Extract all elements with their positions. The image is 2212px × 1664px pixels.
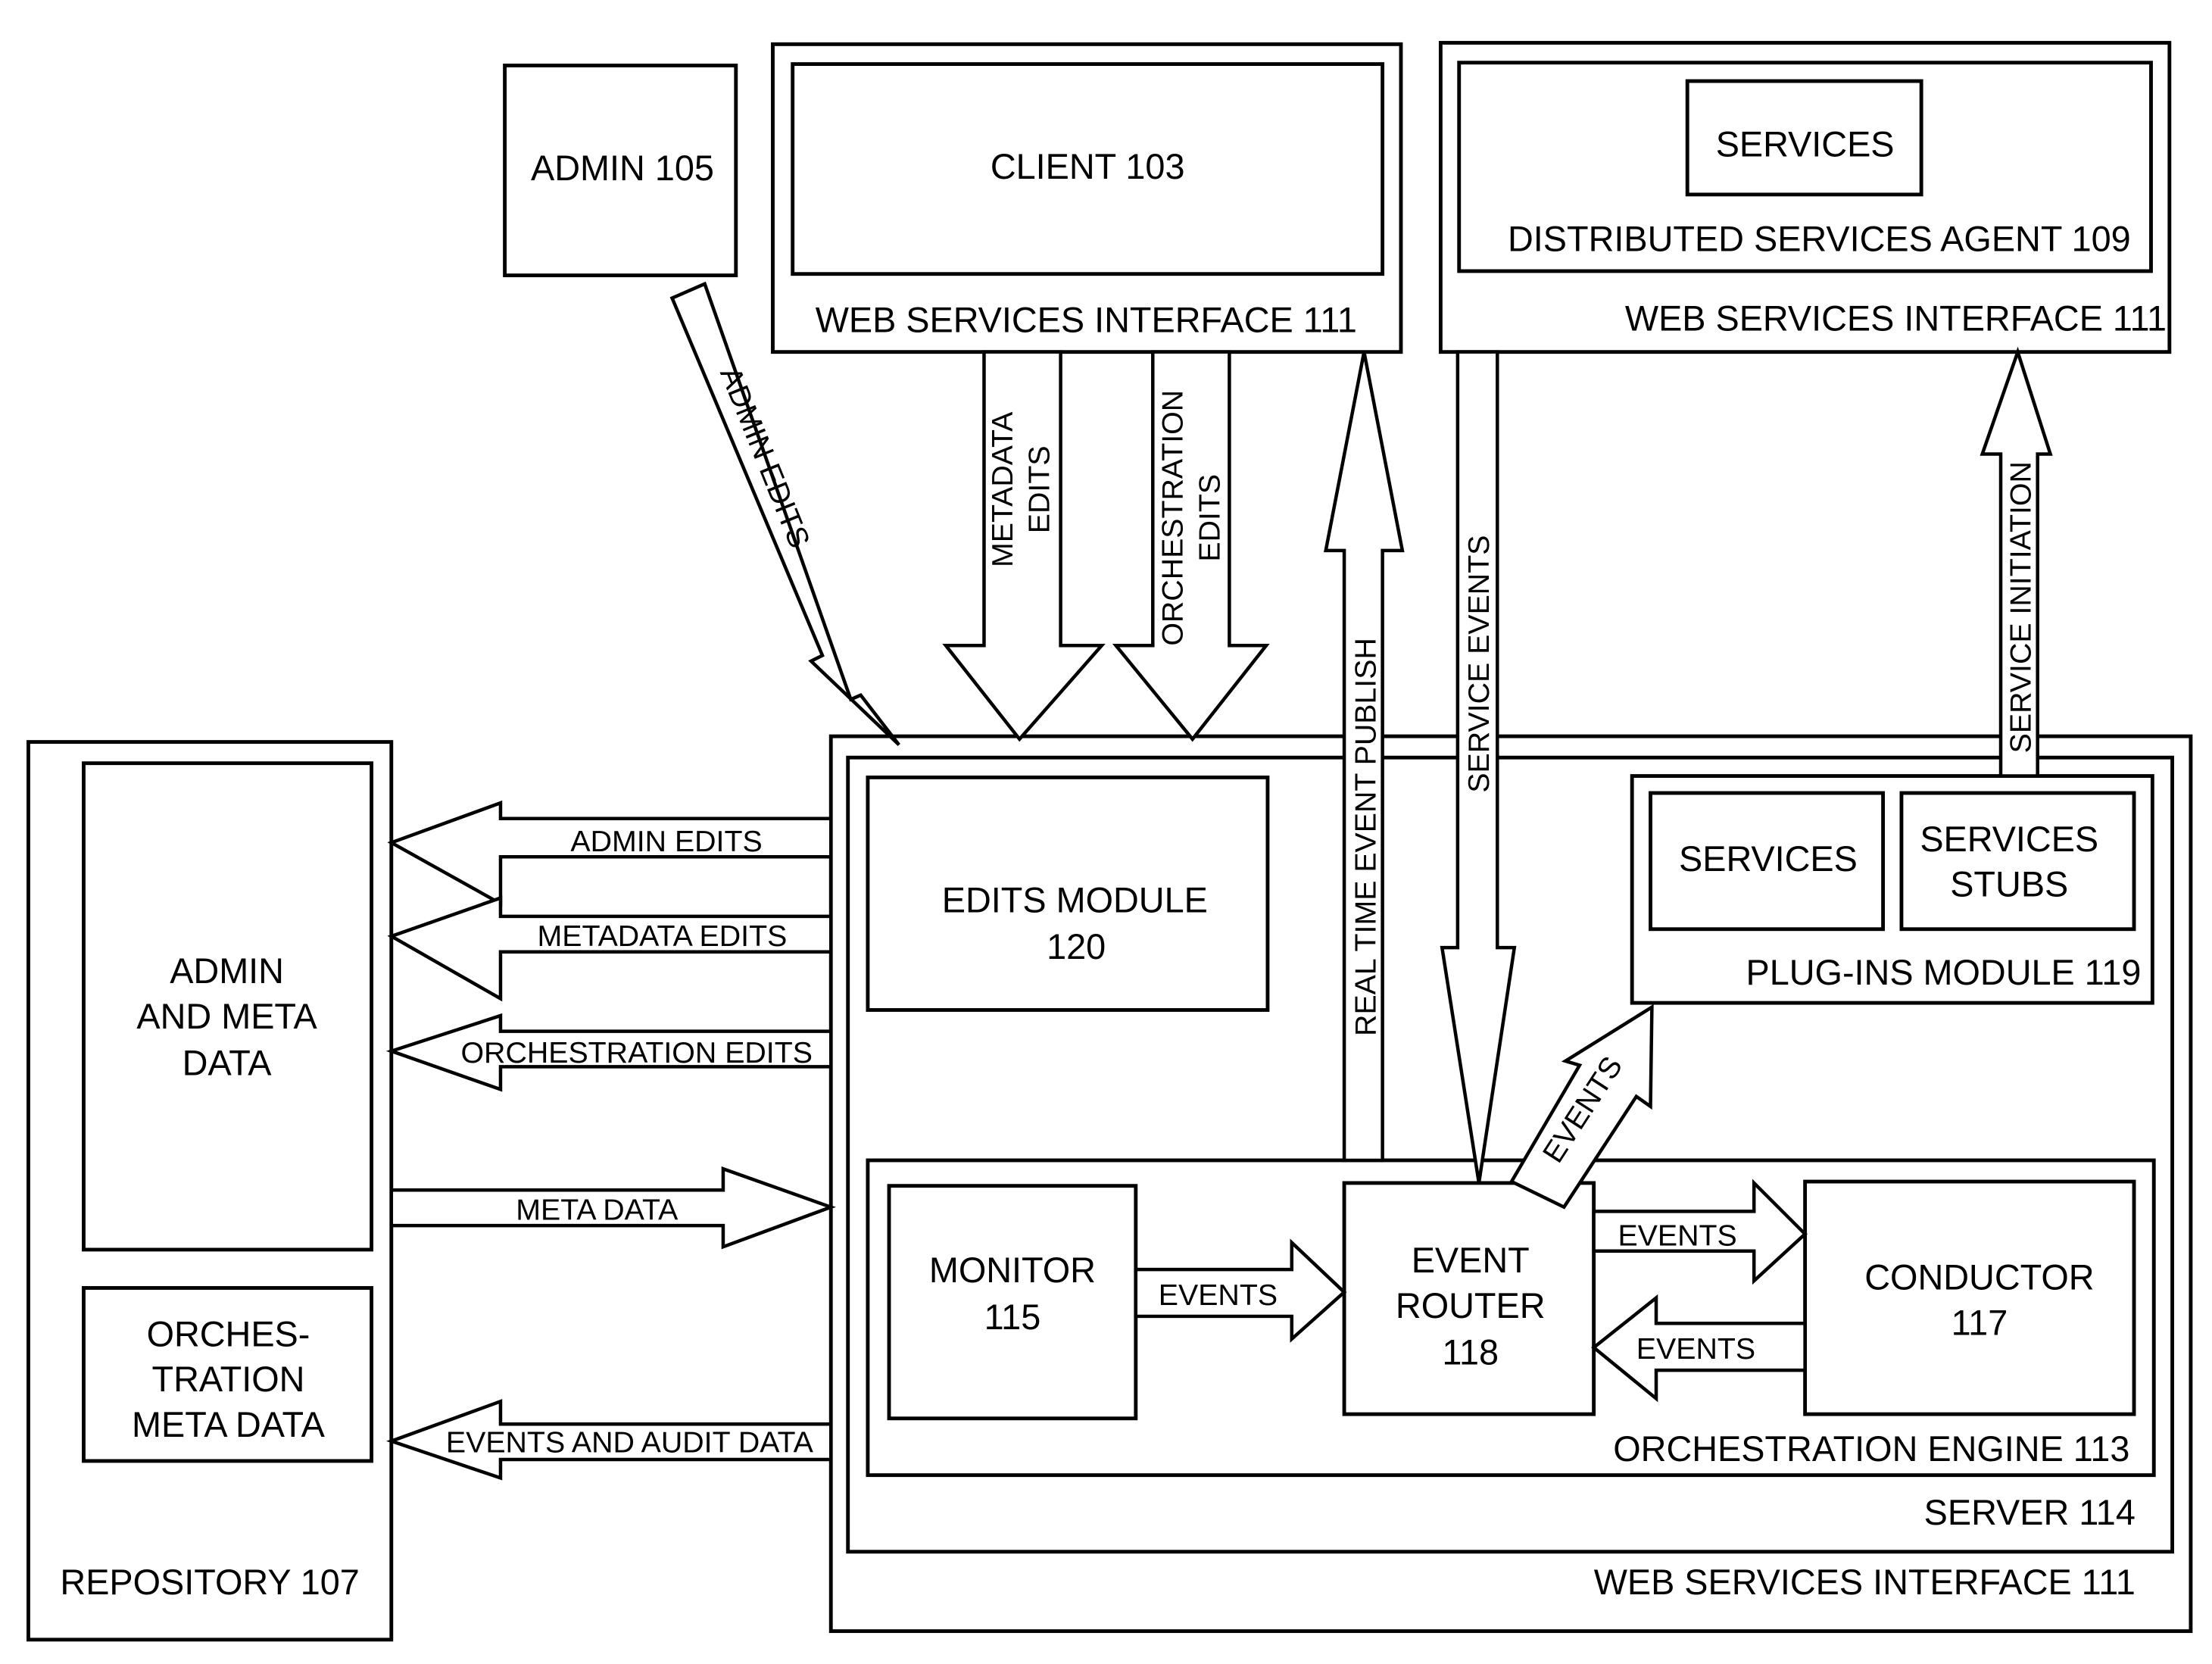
conductor-line-1: CONDUCTOR xyxy=(1864,1257,2094,1297)
conductor-to-router-label: EVENTS xyxy=(1636,1332,1755,1366)
repo-admin-edits-label: ADMIN EDITS xyxy=(570,825,762,858)
orch-meta-line-1: ORCHES- xyxy=(147,1314,310,1353)
service-events-label: SERVICE EVENTS xyxy=(1462,535,1496,793)
orch-meta-line-3: META DATA xyxy=(132,1405,326,1444)
monitor-line-1: MONITOR xyxy=(929,1250,1096,1290)
admin-meta-line-3: DATA xyxy=(183,1044,273,1083)
repo-events-audit-arrow: EVENTS AND AUDIT DATA xyxy=(386,1399,833,1481)
repo-events-audit-label: EVENTS AND AUDIT DATA xyxy=(446,1426,814,1460)
server-wsi-block: EDITS MODULE 120 SERVICES SERVICES STUBS… xyxy=(828,734,2193,1634)
plugin-stubs-line-2: STUBS xyxy=(1950,865,2068,904)
client-wsi-block: CLIENT 103 WEB SERVICES INTERFACE 111 xyxy=(771,42,1403,354)
plugin-stubs-block xyxy=(1899,791,2136,932)
server-wsi-label: WEB SERVICES INTERFACE 111 xyxy=(1594,1563,2136,1602)
admin-meta-line-1: ADMIN xyxy=(170,951,284,991)
repo-orchestration-edits-arrow: ORCHESTRATION EDITS xyxy=(385,1013,833,1092)
edits-module-line-1: EDITS MODULE xyxy=(942,880,1208,919)
metadata-edits-down-line-2: EDITS xyxy=(1023,445,1056,533)
service-initiation-label: SERVICE INITIATION xyxy=(2004,461,2037,753)
admin-label: ADMIN 105 xyxy=(531,148,714,188)
edits-module-line-2: 120 xyxy=(1047,927,1106,966)
engine-label: ORCHESTRATION ENGINE 113 xyxy=(1613,1429,2129,1469)
monitor-to-router-label: EVENTS xyxy=(1159,1278,1278,1312)
orch-meta-line-2: TRATION xyxy=(152,1360,305,1399)
orchestration-edits-down-line-1: ORCHESTRATION xyxy=(1156,390,1190,646)
plugins-label: PLUG-INS MODULE 119 xyxy=(1746,953,2142,992)
real-time-publish-label: REAL TIME EVENT PUBLISH xyxy=(1349,638,1382,1036)
orchestration-edits-down-line-2: EDITS xyxy=(1193,474,1226,562)
router-line-3: 118 xyxy=(1442,1333,1499,1372)
repository-block: ADMIN AND META DATA ORCHES- TRATION META… xyxy=(27,740,394,1642)
metadata-edits-down-arrow: METADATA EDITS xyxy=(942,350,1106,742)
admin-edits-diagonal-label: ADMIN EDITS xyxy=(713,362,816,552)
architecture-diagram: ADMIN 105 CLIENT 103 WEB SERVICES INTERF… xyxy=(27,41,2193,1642)
repo-meta-data-arrow: META DATA xyxy=(389,1166,836,1250)
conductor-line-2: 117 xyxy=(1951,1303,2008,1342)
admin-meta-line-2: AND META xyxy=(136,997,317,1036)
dsa-services-label: SERVICES xyxy=(1716,124,1895,164)
repo-meta-data-label: META DATA xyxy=(516,1194,679,1227)
dsa-wsi-label: WEB SERVICES INTERFACE 111 xyxy=(1625,299,2167,339)
service-initiation-arrow: SERVICE INITIATION xyxy=(1980,346,2053,778)
client-wsi-label: WEB SERVICES INTERFACE 111 xyxy=(816,300,1357,339)
repo-admin-edits-arrow: ADMIN EDITS xyxy=(387,800,833,907)
admin-block: ADMIN 105 xyxy=(503,64,738,278)
router-line-2: ROUTER xyxy=(1396,1286,1546,1325)
repo-metadata-edits-arrow: METADATA EDITS xyxy=(387,895,833,1002)
repo-orchestration-edits-label: ORCHESTRATION EDITS xyxy=(460,1036,813,1069)
orchestration-edits-down-arrow: ORCHESTRATION EDITS xyxy=(1112,350,1270,742)
dsa-wsi-block: SERVICES DISTRIBUTED SERVICES AGENT 109 … xyxy=(1438,41,2172,354)
monitor-line-2: 115 xyxy=(984,1297,1041,1337)
dsa-label: DISTRIBUTED SERVICES AGENT 109 xyxy=(1508,220,2131,259)
router-line-1: EVENT xyxy=(1412,1241,1530,1280)
conductor-block xyxy=(1803,1179,2136,1416)
repo-metadata-edits-label: METADATA EDITS xyxy=(538,919,788,953)
router-to-conductor-label: EVENTS xyxy=(1618,1219,1736,1252)
plugin-services-label: SERVICES xyxy=(1679,839,1858,879)
repository-label: REPOSITORY 107 xyxy=(60,1563,359,1602)
plugin-stubs-line-1: SERVICES xyxy=(1920,820,2098,859)
server-label: SERVER 114 xyxy=(1924,1493,2136,1532)
client-label: CLIENT 103 xyxy=(991,147,1185,186)
metadata-edits-down-line-1: METADATA xyxy=(986,411,1019,567)
